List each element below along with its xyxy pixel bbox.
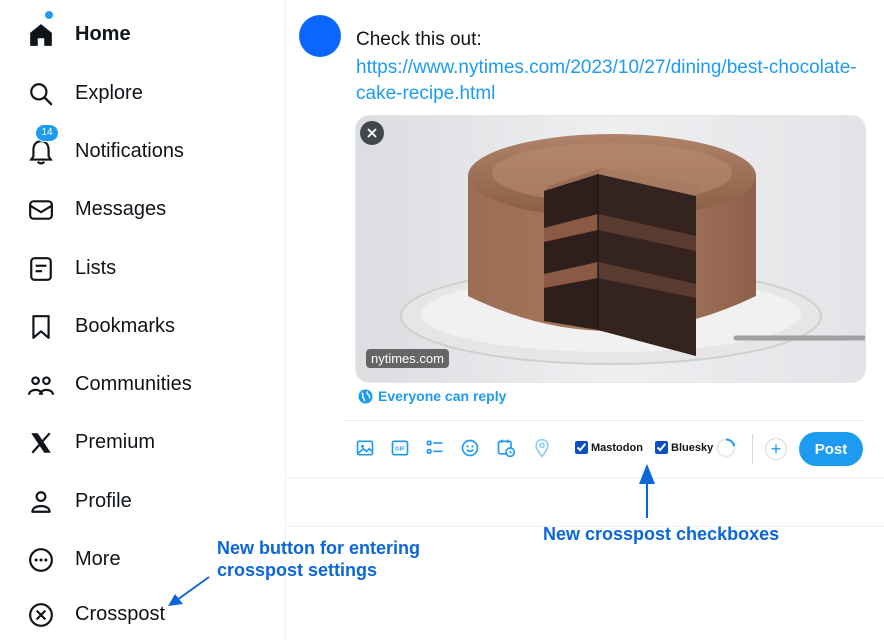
home-icon <box>28 22 54 48</box>
crosspost-button-annotation: New button for entering crosspost settin… <box>217 537 420 581</box>
emoji-icon <box>461 439 479 457</box>
remove-media-button[interactable] <box>360 121 384 145</box>
location-pin-icon <box>535 438 549 458</box>
link-domain-label: nytimes.com <box>366 349 449 368</box>
envelope-icon <box>28 197 54 223</box>
schedule-button[interactable] <box>495 437 517 459</box>
add-post-button[interactable]: + <box>765 438 787 460</box>
sidebar-item-profile[interactable]: Profile <box>0 481 260 521</box>
character-count-ring <box>716 438 736 458</box>
sidebar-item-label: Communities <box>75 373 192 395</box>
cake-photo <box>356 116 865 382</box>
sidebar-item-premium[interactable]: Premium <box>0 422 260 462</box>
people-icon <box>28 372 54 398</box>
sidebar-item-label: Home <box>75 23 131 45</box>
link-preview-image[interactable]: nytimes.com <box>355 115 866 383</box>
bluesky-label: Bluesky <box>671 441 714 454</box>
annotation-arrow <box>639 464 655 518</box>
sidebar-item-messages[interactable]: Messages <box>0 189 260 229</box>
sidebar-item-label: Notifications <box>75 140 184 162</box>
crosspost-bluesky-checkbox[interactable]: Bluesky <box>655 441 713 454</box>
sidebar-item-communities[interactable]: Communities <box>0 364 260 404</box>
sidebar-item-home[interactable]: Home <box>0 11 260 54</box>
sidebar-item-label: Bookmarks <box>75 315 176 337</box>
reply-setting-button[interactable]: Everyone can reply <box>358 388 506 404</box>
sidebar-item-crosspost[interactable]: Crosspost <box>0 594 260 634</box>
bell-icon <box>28 139 54 165</box>
sidebar-item-label: Messages <box>75 198 167 220</box>
poll-button[interactable] <box>424 437 446 459</box>
sidebar-item-label: Premium <box>75 431 156 453</box>
divider <box>344 420 864 421</box>
divider <box>286 477 884 478</box>
calendar-clock-icon <box>497 439 516 458</box>
post-link[interactable]: https://www.nytimes.com/2023/10/27/dinin… <box>356 55 866 107</box>
sidebar-item-lists[interactable]: Lists <box>0 248 260 288</box>
gif-icon: GIF <box>391 440 409 456</box>
globe-icon <box>358 388 373 404</box>
media-button[interactable] <box>354 437 376 459</box>
emoji-button[interactable] <box>459 437 481 459</box>
bookmark-icon <box>28 314 54 340</box>
bluesky-checkbox[interactable] <box>655 441 668 454</box>
svg-text:GIF: GIF <box>395 447 405 453</box>
search-icon <box>28 81 54 107</box>
sidebar-item-label: Profile <box>75 490 132 512</box>
notification-count-badge: 14 <box>35 124 59 142</box>
toolbar-separator <box>752 434 753 464</box>
list-icon <box>28 256 54 282</box>
close-icon <box>367 128 377 138</box>
mastodon-checkbox[interactable] <box>575 441 588 454</box>
location-button[interactable] <box>531 437 553 459</box>
annotation-line: crosspost settings <box>217 560 378 580</box>
x-logo-icon <box>28 430 54 456</box>
annotation-arrow <box>168 576 210 606</box>
poll-icon <box>426 440 443 454</box>
sidebar-item-label: Lists <box>75 257 117 279</box>
plus-icon: + <box>770 439 782 459</box>
sidebar-item-explore[interactable]: Explore <box>0 73 260 113</box>
post-text[interactable]: Check this out: <box>356 27 876 53</box>
reply-setting-label: Everyone can reply <box>378 388 507 404</box>
image-icon <box>356 440 374 456</box>
checkbox-annotation: New crosspost checkboxes <box>543 524 780 544</box>
compose-toolbar: GIF Mastodon Bluesky + Post <box>354 432 874 466</box>
x-circle-icon <box>28 602 54 628</box>
person-icon <box>28 489 54 515</box>
sidebar-item-label: Explore <box>75 82 143 104</box>
mastodon-label: Mastodon <box>591 441 643 454</box>
more-circle-icon <box>28 547 54 573</box>
gif-button[interactable]: GIF <box>389 437 411 459</box>
annotation-line: New button for entering <box>217 538 420 558</box>
sidebar-item-label: Crosspost <box>75 603 166 625</box>
sidebar-item-label: More <box>75 548 121 570</box>
avatar[interactable] <box>299 15 341 57</box>
post-button[interactable]: Post <box>799 432 863 466</box>
sidebar-item-bookmarks[interactable]: Bookmarks <box>0 306 260 346</box>
crosspost-mastodon-checkbox[interactable]: Mastodon <box>575 441 643 454</box>
sidebar-item-notifications[interactable]: 14 Notifications <box>0 124 260 171</box>
notification-dot <box>45 11 53 19</box>
